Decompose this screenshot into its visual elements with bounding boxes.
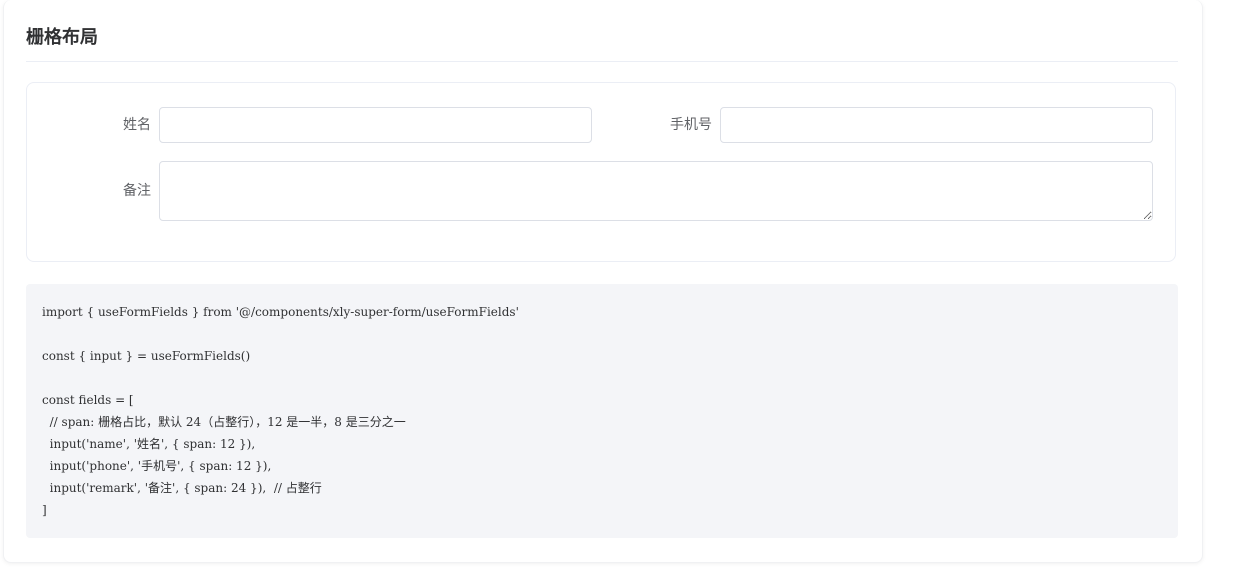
code-line: const fields = [: [42, 393, 134, 407]
remark-label: 备注: [123, 183, 151, 199]
code-line: import { useFormFields } from '@/compone…: [42, 305, 519, 319]
section-title: 栅格布局: [26, 27, 98, 48]
phone-label: 手机号: [670, 117, 712, 133]
code-block: import { useFormFields } from '@/compone…: [26, 284, 1178, 538]
code-line: ]: [42, 503, 47, 517]
title-divider: [26, 61, 1178, 62]
remark-textarea[interactable]: [159, 161, 1153, 221]
phone-input[interactable]: [720, 107, 1153, 143]
code-line: input('name', '姓名', { span: 12 }),: [42, 437, 256, 451]
name-label: 姓名: [123, 117, 151, 133]
code-line: input('phone', '手机号', { span: 12 }),: [42, 459, 272, 473]
code-line: input('remark', '备注', { span: 24 }), // …: [42, 481, 322, 495]
code-line: const { input } = useFormFields(): [42, 349, 251, 363]
name-input[interactable]: [159, 107, 592, 143]
code-line: // span: 栅格占比，默认 24（占整行），12 是一半，8 是三分之一: [42, 415, 406, 429]
